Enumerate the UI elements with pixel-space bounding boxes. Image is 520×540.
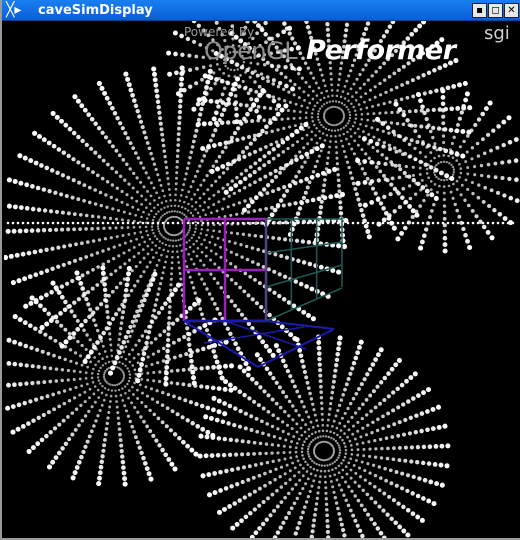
window-menu-icon[interactable]: ╳▸ xyxy=(6,2,32,18)
render-viewport[interactable]: Powered By OpenGL Performer sgi xyxy=(4,21,520,538)
particle-scene xyxy=(4,21,520,538)
minimize-button[interactable]: ▪ xyxy=(472,3,487,18)
window-title: caveSimDisplay xyxy=(38,3,153,18)
app-window: ╳▸ caveSimDisplay ▪ ◻ ✕ Powered By OpenG… xyxy=(0,0,520,540)
sgi-logo: sgi xyxy=(484,23,510,44)
close-button[interactable]: ✕ xyxy=(504,3,519,18)
opengl-logo: OpenGL xyxy=(204,37,298,65)
performer-logo: Performer xyxy=(306,35,456,66)
maximize-button[interactable]: ◻ xyxy=(488,3,503,18)
title-bar[interactable]: ╳▸ caveSimDisplay ▪ ◻ ✕ xyxy=(2,0,520,21)
particle-clouds xyxy=(4,21,520,538)
